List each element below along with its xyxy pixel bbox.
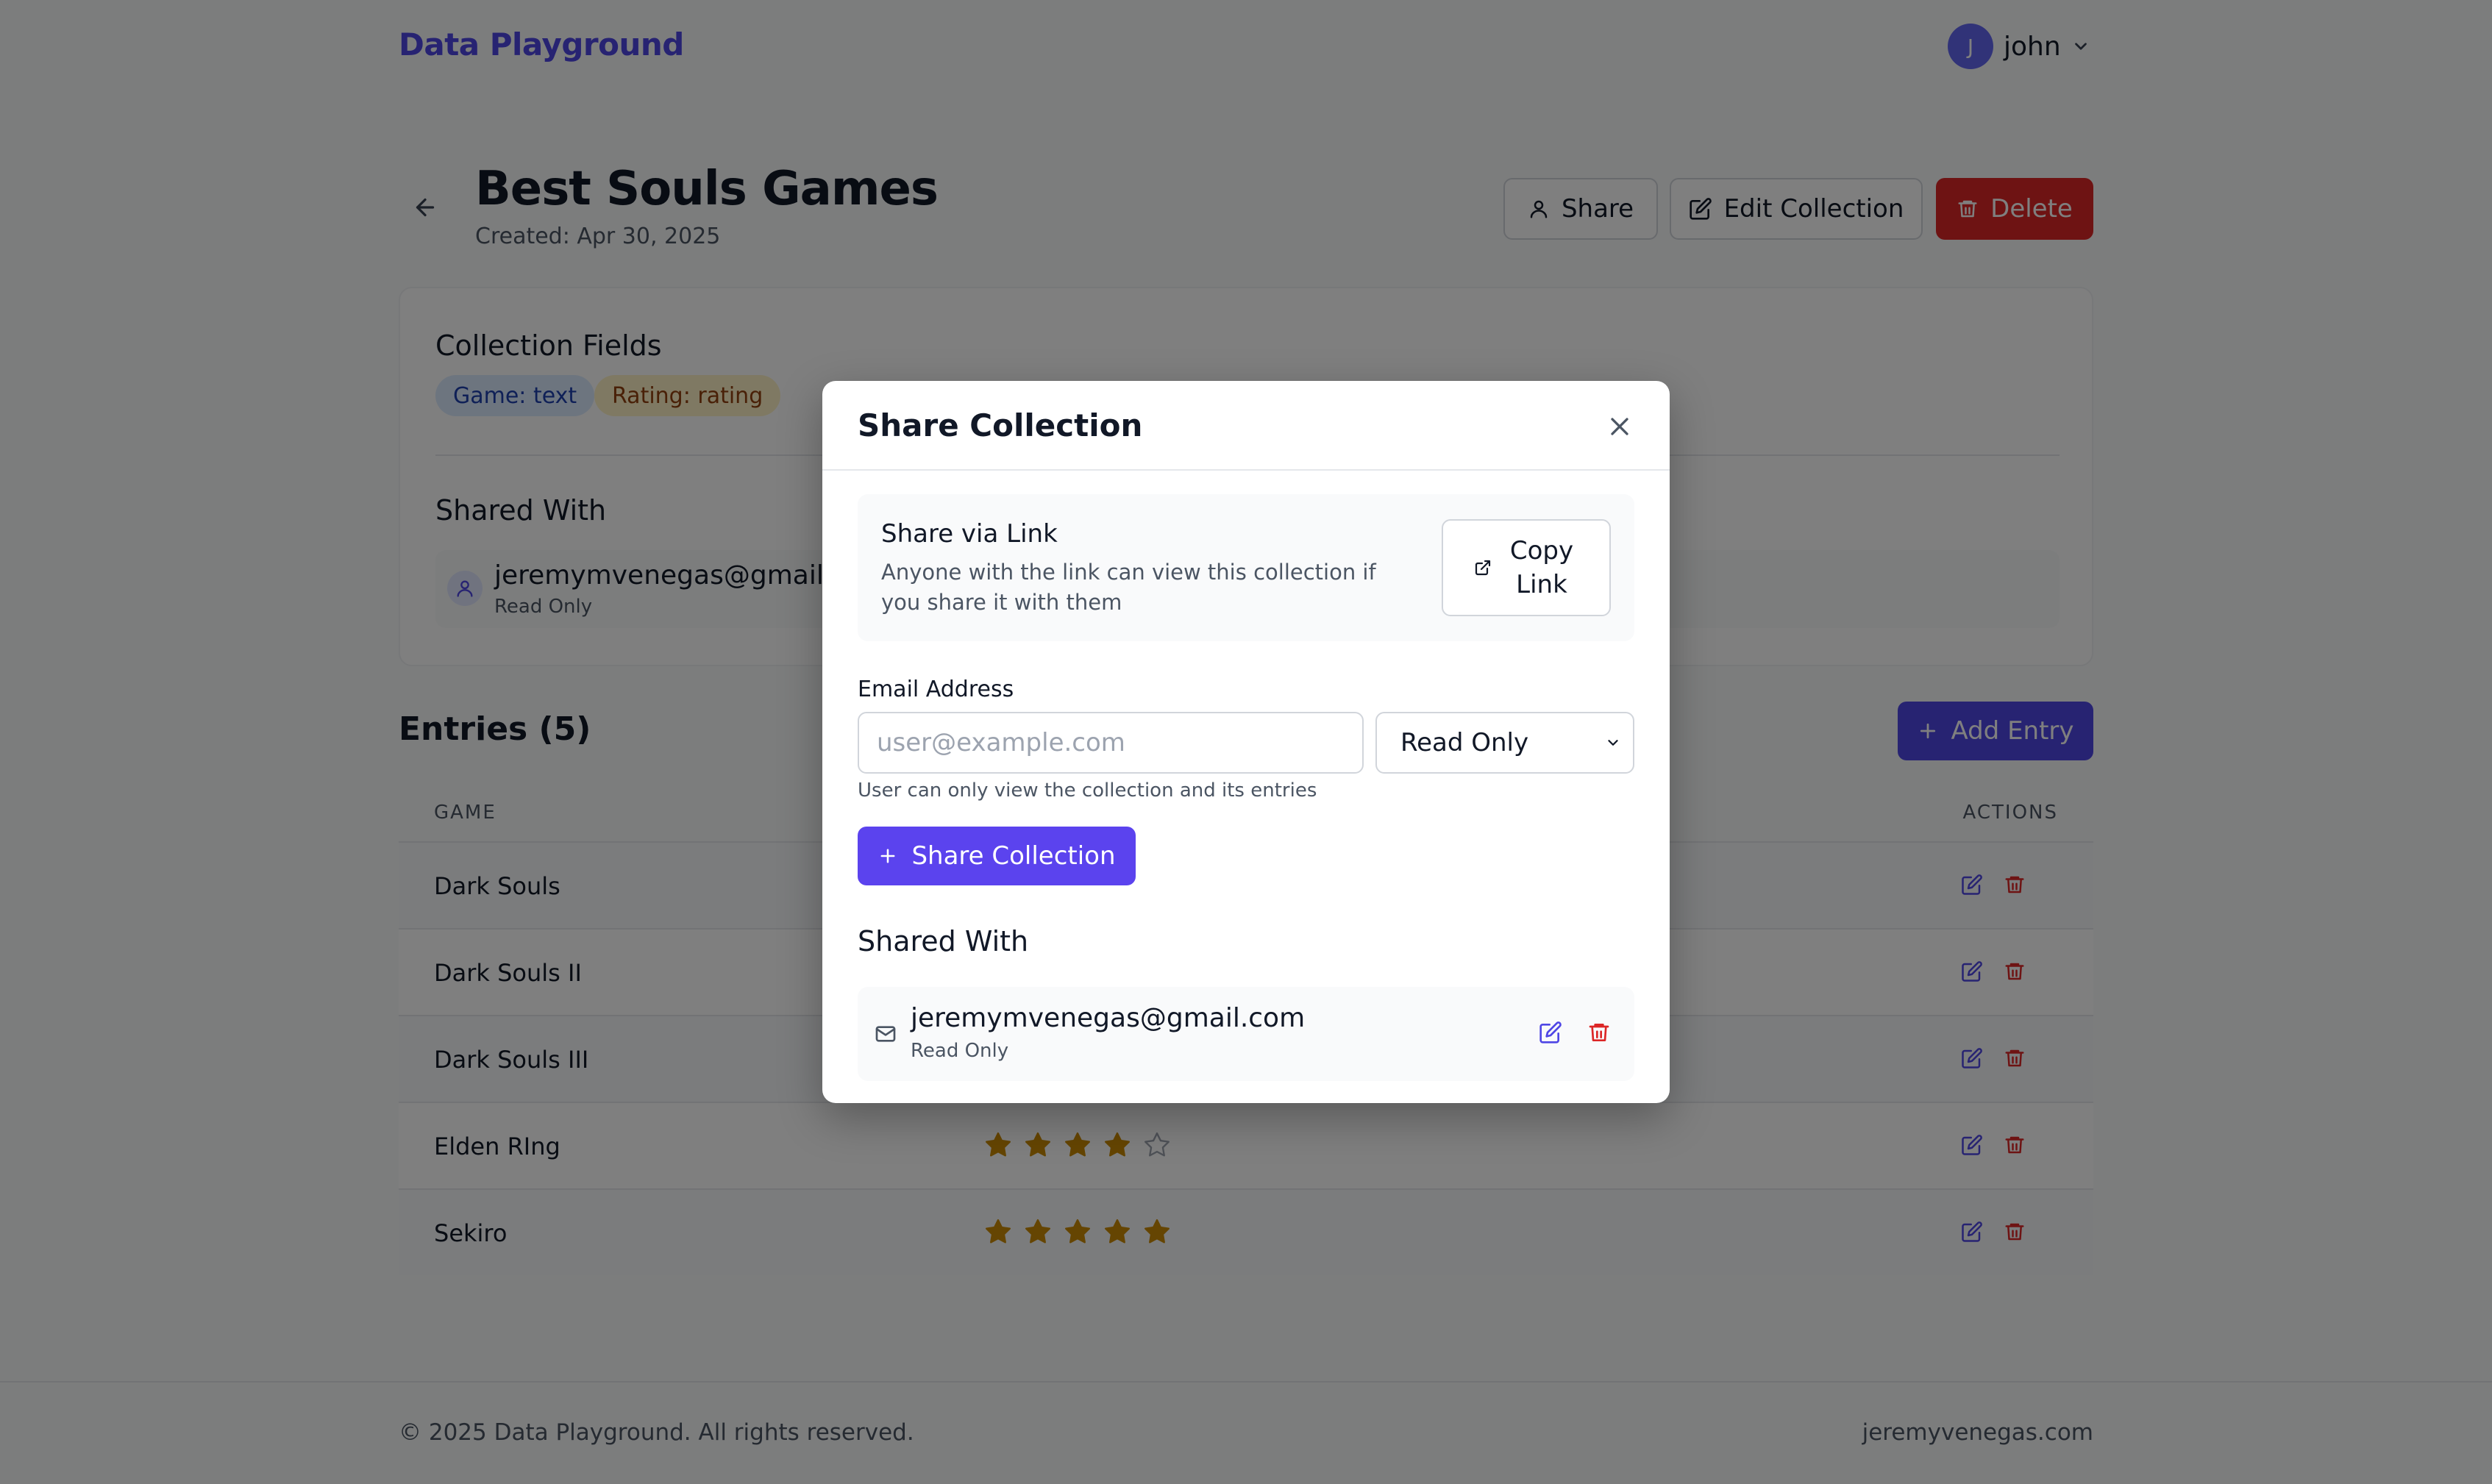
- trash-icon[interactable]: [1587, 1021, 1611, 1044]
- share-link-title: Share via Link: [881, 519, 1058, 549]
- share-collection-button[interactable]: Share Collection: [858, 827, 1136, 885]
- modal-title: Share Collection: [858, 407, 1143, 443]
- permission-selected: Read Only: [1400, 728, 1529, 757]
- email-input[interactable]: [858, 712, 1364, 774]
- close-icon[interactable]: [1605, 412, 1634, 441]
- edit-icon[interactable]: [1539, 1021, 1562, 1044]
- mail-icon: [874, 1022, 897, 1046]
- permission-help-text: User can only view the collection and it…: [858, 780, 1317, 802]
- modal-shared-user-row: jeremymvenegas@gmail.com Read Only: [858, 987, 1634, 1081]
- copy-link-label: Copy Link: [1509, 536, 1574, 599]
- chevron-down-icon: [1605, 735, 1621, 751]
- plus-icon: [877, 846, 898, 866]
- modal-shared-with-title: Shared With: [858, 925, 1029, 957]
- divider: [822, 469, 1670, 471]
- copy-link-button[interactable]: Copy Link: [1442, 519, 1611, 616]
- share-collection-label: Share Collection: [911, 841, 1116, 871]
- modal-shared-permission: Read Only: [911, 1040, 1009, 1062]
- email-label: Email Address: [858, 677, 1014, 702]
- external-link-icon: [1474, 559, 1492, 577]
- share-link-description: Anyone with the link can view this colle…: [881, 560, 1376, 615]
- modal-shared-email: jeremymvenegas@gmail.com: [911, 1003, 1306, 1033]
- share-collection-modal: Share Collection Share via Link Anyone w…: [822, 381, 1670, 1103]
- permission-select[interactable]: Read Only: [1375, 712, 1634, 774]
- share-link-box: Share via Link Anyone with the link can …: [858, 494, 1634, 641]
